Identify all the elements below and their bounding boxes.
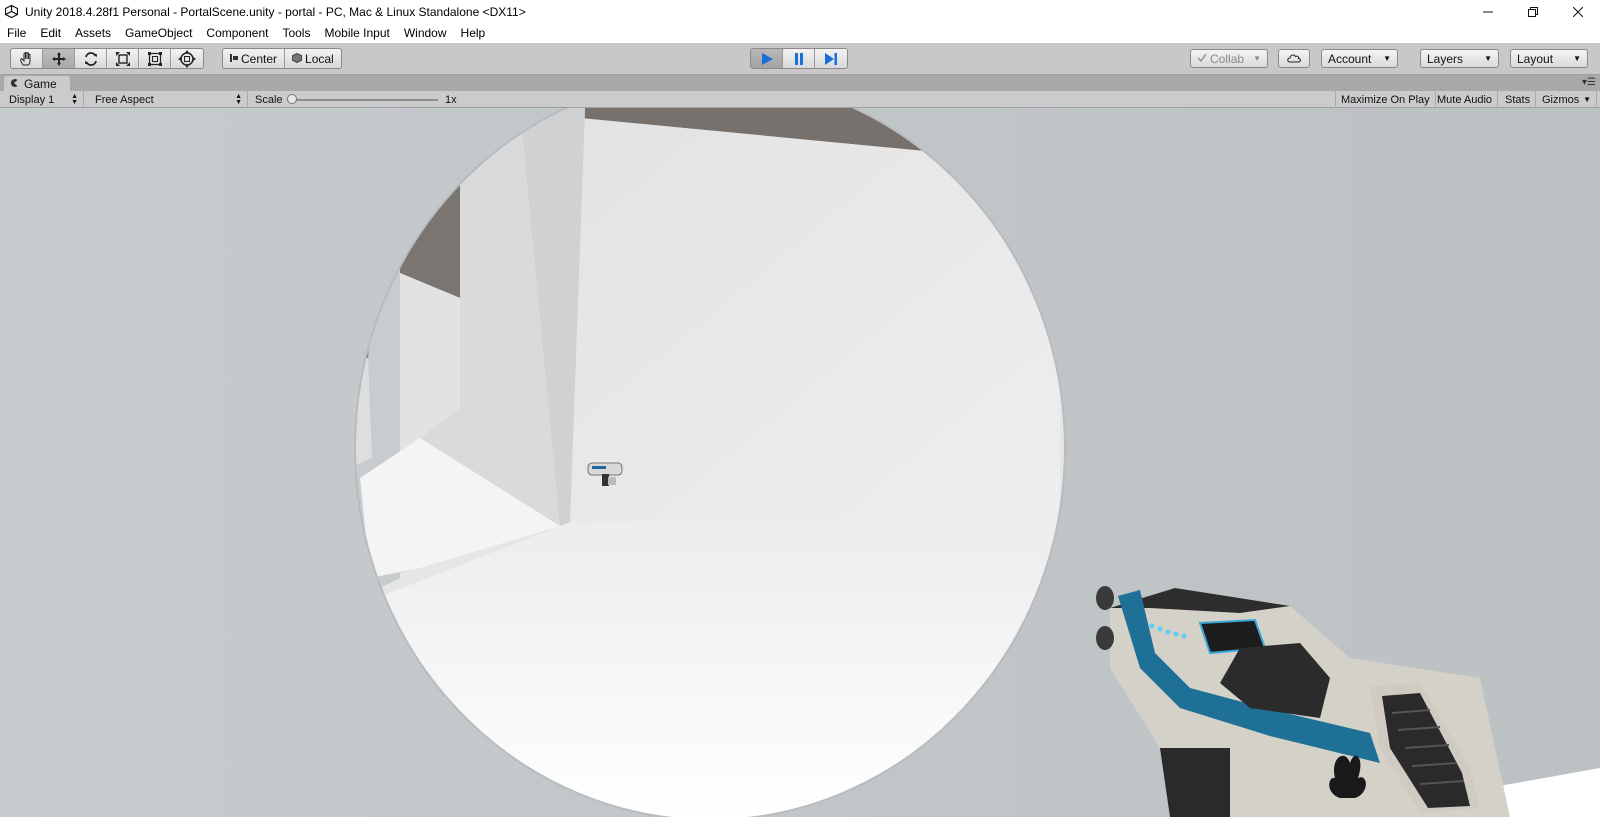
game-tab-label: Game — [24, 76, 57, 91]
maximize-on-play-label: Maximize On Play — [1341, 93, 1430, 106]
hand-tool-icon[interactable] — [11, 49, 43, 68]
mute-audio-toggle[interactable]: Mute Audio — [1432, 91, 1499, 108]
local-cube-icon — [292, 52, 302, 66]
menu-file[interactable]: File — [0, 23, 33, 43]
menu-gameobject[interactable]: GameObject — [118, 23, 199, 43]
aspect-dropdown[interactable]: Free Aspect ▲ ▼ — [90, 91, 248, 108]
minimize-icon[interactable] — [1465, 0, 1510, 23]
mute-audio-label: Mute Audio — [1437, 93, 1493, 106]
transform-tool-icon[interactable] — [171, 49, 203, 68]
aspect-updown-icon: ▲ ▼ — [235, 92, 242, 106]
layout-label: Layout — [1517, 51, 1554, 66]
maximize-on-play-toggle[interactable]: Maximize On Play — [1335, 91, 1436, 108]
layers-label: Layers — [1427, 51, 1464, 66]
gizmos-dropdown[interactable]: Gizmos ▼ — [1537, 91, 1597, 108]
game-view-toolbar: Display 1 ▲ ▼ Free Aspect ▲ ▼ Scale 1x Max… — [0, 91, 1600, 108]
display-label: Display 1 — [9, 93, 55, 106]
scale-label: Scale — [250, 91, 288, 108]
rotate-tool-icon[interactable] — [75, 49, 107, 68]
menu-component[interactable]: Component — [199, 23, 275, 43]
layers-dropdown-icon: ▼ — [1484, 54, 1492, 63]
step-icon[interactable] — [815, 49, 847, 68]
pivot-toggles: Center Local — [222, 48, 342, 69]
window-title-bar: Unity 2018.4.28f1 Personal - PortalScene… — [0, 0, 1600, 23]
account-dropdown[interactable]: Account ▼ — [1321, 49, 1398, 68]
menu-assets[interactable]: Assets — [68, 23, 118, 43]
game-view-viewport[interactable] — [0, 108, 1600, 817]
move-tool-icon[interactable] — [43, 49, 75, 68]
transform-tools — [10, 48, 204, 69]
display-dropdown[interactable]: Display 1 ▲ ▼ — [4, 91, 84, 108]
close-icon[interactable] — [1555, 0, 1600, 23]
scale-value: 1x — [440, 91, 462, 108]
restore-icon[interactable] — [1510, 0, 1555, 23]
layout-dropdown[interactable]: Layout ▼ — [1510, 49, 1588, 68]
account-label: Account — [1328, 51, 1372, 66]
game-tab-row: Game ▾☰ — [0, 75, 1600, 91]
scale-value-text: 1x — [445, 93, 457, 106]
aspect-label: Free Aspect — [95, 93, 154, 106]
tab-options-icon[interactable]: ▾☰ — [1582, 77, 1596, 88]
collab-check-icon — [1197, 52, 1207, 66]
play-icon[interactable] — [751, 49, 783, 68]
stats-toggle[interactable]: Stats — [1500, 91, 1537, 108]
menu-window[interactable]: Window — [397, 23, 454, 43]
menu-help[interactable]: Help — [454, 23, 493, 43]
menu-bar: File Edit Assets GameObject Component To… — [0, 23, 1600, 43]
account-dropdown-icon: ▼ — [1383, 54, 1391, 63]
play-controls — [750, 48, 848, 69]
menu-edit[interactable]: Edit — [33, 23, 68, 43]
layout-dropdown-icon: ▼ — [1573, 54, 1581, 63]
pivot-mode-label: Center — [241, 51, 278, 66]
collab-button[interactable]: Collab ▼ — [1190, 49, 1268, 68]
tab-game[interactable]: Game — [4, 76, 70, 91]
scale-slider-thumb[interactable] — [287, 94, 297, 104]
gizmos-label: Gizmos — [1542, 93, 1580, 106]
scale-tool-icon[interactable] — [107, 49, 139, 68]
layers-dropdown[interactable]: Layers ▼ — [1420, 49, 1499, 68]
gizmos-dropdown-icon: ▼ — [1583, 95, 1591, 104]
unity-logo-icon — [5, 5, 19, 19]
collab-label: Collab — [1210, 51, 1245, 66]
display-updown-icon: ▲ ▼ — [71, 92, 78, 106]
rect-tool-icon[interactable] — [139, 49, 171, 68]
game-view-icon — [9, 77, 19, 91]
window-title: Unity 2018.4.28f1 Personal - PortalScene… — [25, 4, 526, 19]
pivot-center-icon — [230, 52, 238, 66]
pause-icon[interactable] — [783, 49, 815, 68]
main-toolbar: Center Local Collab ▼ Account ▼ Layers ▼… — [0, 43, 1600, 75]
pivot-mode-button[interactable]: Center — [223, 49, 286, 68]
menu-mobile-input[interactable]: Mobile Input — [317, 23, 396, 43]
cloud-icon — [1286, 52, 1302, 66]
collab-dropdown-icon: ▼ — [1253, 54, 1261, 63]
stats-label: Stats — [1505, 93, 1531, 106]
scale-slider-track[interactable] — [292, 99, 438, 101]
cloud-button[interactable] — [1278, 49, 1310, 68]
scale-label-text: Scale — [255, 93, 283, 106]
pivot-rotation-button[interactable]: Local — [285, 49, 341, 68]
menu-tools[interactable]: Tools — [275, 23, 317, 43]
game-render — [0, 108, 1600, 817]
pivot-rotation-label: Local — [305, 51, 334, 66]
